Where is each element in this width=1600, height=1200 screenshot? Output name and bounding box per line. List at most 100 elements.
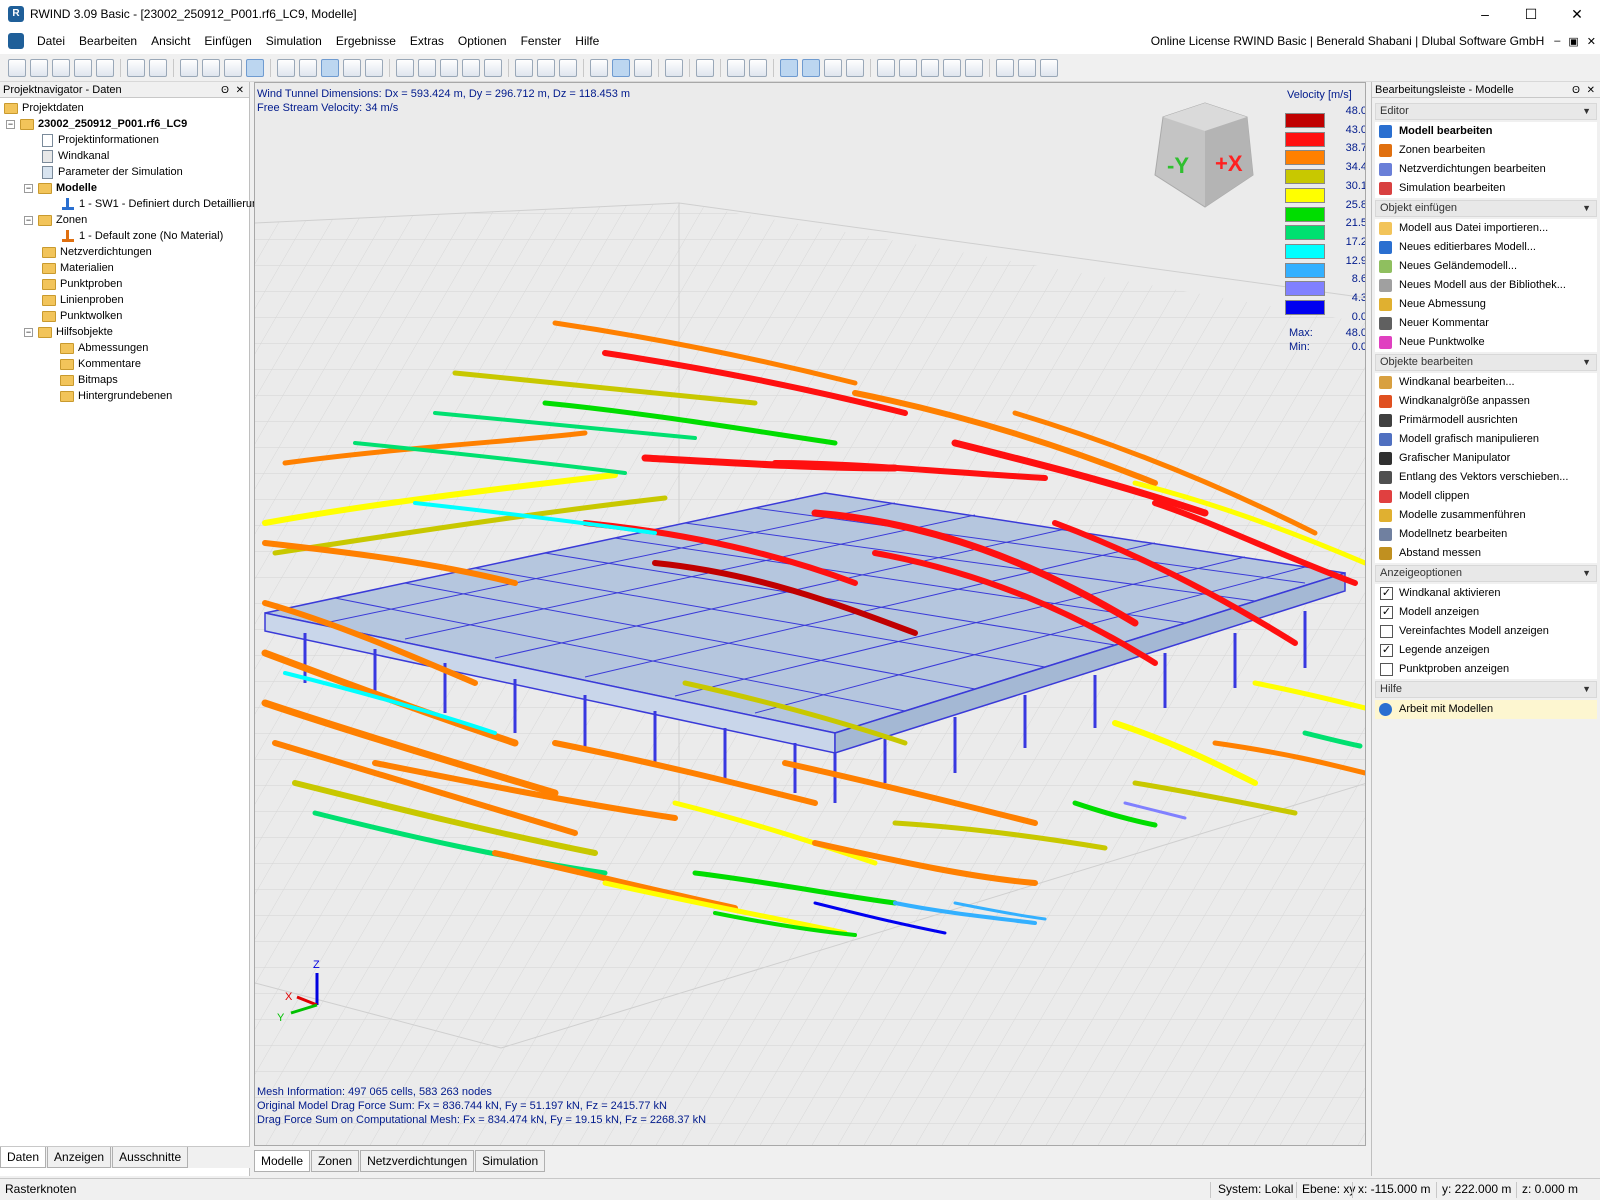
menu-optionen[interactable]: Optionen [451, 28, 514, 54]
menu-simulation[interactable]: Simulation [259, 28, 329, 54]
menu-datei[interactable]: Datei [30, 28, 72, 54]
slice-icon[interactable] [943, 58, 961, 77]
layers-icon[interactable] [749, 58, 767, 77]
window-icon[interactable] [440, 58, 458, 77]
tab-simulation[interactable]: Simulation [475, 1150, 546, 1172]
save-icon[interactable] [52, 58, 70, 77]
collapse-icon[interactable]: − [24, 183, 33, 193]
collapse-icon[interactable]: − [6, 119, 15, 129]
tab-daten[interactable]: Daten [0, 1147, 47, 1168]
rotate-model-icon[interactable] [365, 58, 383, 77]
view-iso-icon[interactable] [590, 58, 608, 77]
edit-panel-header-buttons[interactable]: ʘ ✕ [1572, 83, 1597, 99]
select-all-icon[interactable] [180, 58, 198, 77]
item-measure-distance[interactable]: Abstand messen [1375, 544, 1597, 563]
menu-ansicht[interactable]: Ansicht [144, 28, 197, 54]
tree-item-project[interactable]: − 23002_250912_P001.rf6_LC9 [6, 116, 187, 132]
tree-item-projektinformationen[interactable]: Projektinformationen [42, 132, 159, 148]
tree-item-materialien[interactable]: Materialien [42, 260, 114, 276]
checkbox[interactable] [1380, 625, 1393, 638]
collapse-icon[interactable]: − [24, 215, 33, 225]
close-button[interactable]: ✕ [1554, 0, 1600, 28]
menu-extras[interactable]: Extras [403, 28, 451, 54]
tab-anzeigen[interactable]: Anzeigen [47, 1147, 112, 1168]
snap-grid-icon[interactable] [224, 58, 242, 77]
streamline-icon[interactable] [696, 58, 714, 77]
rotate-view-icon[interactable] [515, 58, 533, 77]
tree-item-netzverdichtungen[interactable]: Netzverdichtungen [42, 244, 152, 260]
tree-item-punktproben[interactable]: Punktproben [42, 276, 122, 292]
item-graphic-manipulator[interactable]: Grafischer Manipulator [1375, 449, 1597, 468]
tree-item-zone-1[interactable]: 1 - Default zone (No Material) [62, 228, 223, 244]
tab-modelle[interactable]: Modelle [254, 1150, 311, 1172]
model-red-icon[interactable] [277, 58, 295, 77]
display-model-icon[interactable] [780, 58, 798, 77]
render-icon[interactable] [418, 58, 436, 77]
mdi-minimize-button[interactable]: – [1550, 35, 1564, 47]
mdi-close-button[interactable]: ✕ [1583, 35, 1600, 48]
mdi-restore-button[interactable]: ▣ [1564, 35, 1582, 48]
rotate-left-icon[interactable] [537, 58, 555, 77]
move-icon[interactable] [343, 58, 361, 77]
tree-item-bitmaps[interactable]: Bitmaps [60, 372, 118, 388]
tree-item-hilfsobjekte[interactable]: − Hilfsobjekte [24, 324, 113, 340]
tree-item-abmessungen[interactable]: Abmessungen [60, 340, 148, 356]
section-objekte-bearbeiten[interactable]: Objekte bearbeiten ▼ [1375, 354, 1597, 371]
redo-icon[interactable] [149, 58, 167, 77]
item-new-library-model[interactable]: Neues Modell aus der Bibliothek... [1375, 276, 1597, 295]
item-new-editable-model[interactable]: Neues editierbares Modell... [1375, 238, 1597, 257]
measure-icon[interactable] [996, 58, 1014, 77]
open-folder-icon[interactable] [30, 58, 48, 77]
item-edit-wind-tunnel[interactable]: Windkanal bearbeiten... [1375, 373, 1597, 392]
menu-bearbeiten[interactable]: Bearbeiten [72, 28, 144, 54]
item-simulation-bearbeiten[interactable]: Simulation bearbeiten [1375, 179, 1597, 198]
tab-zonen[interactable]: Zonen [311, 1150, 360, 1172]
item-clip-model[interactable]: Modell clippen [1375, 487, 1597, 506]
tree-item-kommentare[interactable]: Kommentare [60, 356, 141, 372]
display-mesh-icon[interactable] [802, 58, 820, 77]
plane-icon[interactable] [899, 58, 917, 77]
option-punktproben-anzeigen[interactable]: Punktproben anzeigen [1375, 660, 1597, 679]
item-modell-bearbeiten[interactable]: Modell bearbeiten [1375, 122, 1597, 141]
tree-item-zonen[interactable]: − Zonen [24, 212, 87, 228]
option-vereinfachtes-modell[interactable]: Vereinfachtes Modell anzeigen [1375, 622, 1597, 641]
probe-icon[interactable] [965, 58, 983, 77]
flow-icon[interactable] [727, 58, 745, 77]
zoom-window-icon[interactable] [462, 58, 480, 77]
3d-viewport[interactable]: -Y +X Z X Y Wind Tunnel Dimensions: Dx =… [254, 82, 1366, 1146]
cube-icon[interactable] [921, 58, 939, 77]
menu-ergebnisse[interactable]: Ergebnisse [329, 28, 403, 54]
tree-item-linienproben[interactable]: Linienproben [42, 292, 124, 308]
report-icon[interactable] [74, 58, 92, 77]
rotate-right-icon[interactable] [559, 58, 577, 77]
option-legende-anzeigen[interactable]: ✓ Legende anzeigen [1375, 641, 1597, 660]
item-edit-model-mesh[interactable]: Modellnetz bearbeiten [1375, 525, 1597, 544]
section-hilfe[interactable]: Hilfe ▼ [1375, 681, 1597, 698]
checkbox[interactable]: ✓ [1380, 606, 1393, 619]
item-new-terrain-model[interactable]: Neues Geländemodell... [1375, 257, 1597, 276]
clip-icon[interactable] [396, 58, 414, 77]
tree-item-model-1[interactable]: 1 - SW1 - Definiert durch Detaillierung [62, 196, 264, 212]
menu-fenster[interactable]: Fenster [514, 28, 569, 54]
menu-einfuegen[interactable]: Einfügen [197, 28, 258, 54]
color-scale-icon[interactable] [877, 58, 895, 77]
item-new-dimension[interactable]: Neue Abmessung [1375, 295, 1597, 314]
tools-icon[interactable] [1040, 58, 1058, 77]
checkbox[interactable]: ✓ [1380, 644, 1393, 657]
menu-hilfe[interactable]: Hilfe [568, 28, 606, 54]
zoom-all-icon[interactable] [484, 58, 502, 77]
doc-icon[interactable] [8, 33, 24, 49]
tree-item-windkanal[interactable]: Windkanal [42, 148, 109, 164]
status-system[interactable]: System: Lokal [1218, 1179, 1293, 1200]
section-objekt-einfuegen[interactable]: Objekt einfügen ▼ [1375, 200, 1597, 217]
section-editor[interactable]: Editor ▼ [1375, 103, 1597, 120]
tab-ausschnitte[interactable]: Ausschnitte [112, 1147, 189, 1168]
grid-icon[interactable] [202, 58, 220, 77]
item-zonen-bearbeiten[interactable]: Zonen bearbeiten [1375, 141, 1597, 160]
item-new-comment[interactable]: Neuer Kommentar [1375, 314, 1597, 333]
scene-canvas[interactable]: -Y +X Z X Y [255, 83, 1366, 1146]
model-tunnel-icon[interactable] [299, 58, 317, 77]
print-icon[interactable] [96, 58, 114, 77]
section-anzeigeoptionen[interactable]: Anzeigeoptionen ▼ [1375, 565, 1597, 582]
maximize-button[interactable]: ☐ [1508, 0, 1554, 28]
